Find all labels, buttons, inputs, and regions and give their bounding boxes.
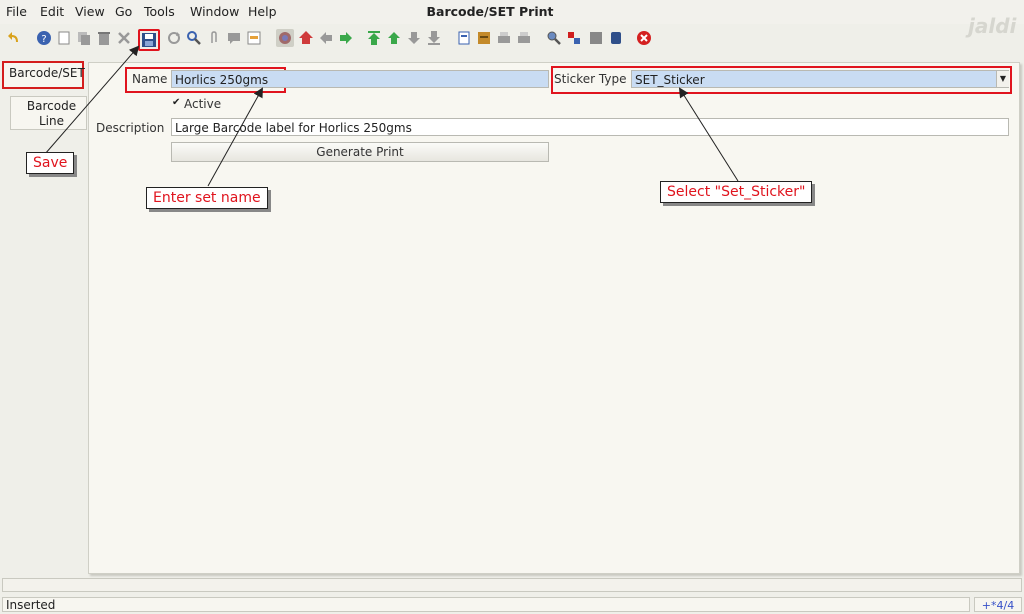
archive-icon[interactable]: [476, 30, 492, 46]
down-icon[interactable]: [406, 30, 422, 46]
sticker-type-label: Sticker Type: [554, 72, 627, 86]
description-input[interactable]: Large Barcode label for Horlics 250gms: [171, 118, 1009, 136]
active-checkbox[interactable]: ✔: [172, 98, 182, 108]
close-window-icon[interactable]: [636, 30, 652, 46]
toolbar: ?: [0, 26, 1024, 56]
sticker-type-select[interactable]: SET_Sticker: [631, 70, 1009, 88]
first-icon[interactable]: [366, 30, 382, 46]
print-preview-icon[interactable]: [516, 30, 532, 46]
tab-barcode-set-label: Barcode/SET: [9, 66, 85, 80]
undo-icon[interactable]: [6, 30, 22, 46]
tab-barcode-line-label: Barcode Line: [26, 99, 77, 128]
delete-selection-icon[interactable]: [116, 30, 132, 46]
chat-icon[interactable]: [226, 30, 242, 46]
generate-print-button[interactable]: Generate Print: [171, 142, 549, 162]
tab-barcode-set[interactable]: Barcode/SET: [2, 61, 85, 89]
horizontal-scrollbar[interactable]: [2, 578, 1022, 592]
menu-bar: File Edit View Go Tools Window Help Barc…: [0, 0, 1024, 24]
record-navigator[interactable]: +*4/4: [974, 597, 1022, 612]
window-title: Barcode/SET Print: [426, 4, 554, 19]
enter-set-name-callout: Enter set name: [146, 187, 268, 209]
status-text: Inserted: [2, 597, 970, 612]
tab-barcode-line[interactable]: Barcode Line: [10, 96, 87, 130]
up-icon[interactable]: [386, 30, 402, 46]
select-sticker-callout: Select "Set_Sticker": [660, 181, 813, 203]
product-info-icon[interactable]: [588, 30, 604, 46]
help-icon[interactable]: ?: [36, 30, 52, 46]
name-label: Name: [132, 72, 168, 86]
attachment-icon[interactable]: [206, 30, 222, 46]
copy-icon[interactable]: [76, 30, 92, 46]
print-icon[interactable]: [496, 30, 512, 46]
last-icon[interactable]: [426, 30, 442, 46]
zoom-icon[interactable]: [546, 30, 562, 46]
report-icon[interactable]: [456, 30, 472, 46]
chevron-down-icon[interactable]: ▼: [996, 71, 1009, 87]
delete-icon[interactable]: [96, 30, 112, 46]
process-icon[interactable]: [566, 30, 582, 46]
main-panel: [88, 62, 1020, 574]
next-icon[interactable]: [338, 30, 354, 46]
save-icon[interactable]: [138, 29, 160, 51]
refresh-icon[interactable]: [166, 30, 182, 46]
history-icon[interactable]: [246, 30, 262, 46]
description-label: Description: [96, 121, 165, 135]
save-callout: Save: [26, 152, 75, 174]
new-icon[interactable]: [56, 30, 72, 46]
active-label: Active: [184, 97, 222, 111]
name-input[interactable]: Horlics 250gms: [171, 70, 549, 88]
previous-icon[interactable]: [318, 30, 334, 46]
svg-text:?: ?: [41, 34, 46, 45]
parent-icon[interactable]: [298, 30, 314, 46]
workflow-icon[interactable]: [608, 30, 624, 46]
find-icon[interactable]: [186, 30, 202, 46]
status-bar: Inserted +*4/4: [0, 595, 1024, 614]
home-icon[interactable]: [276, 29, 294, 47]
